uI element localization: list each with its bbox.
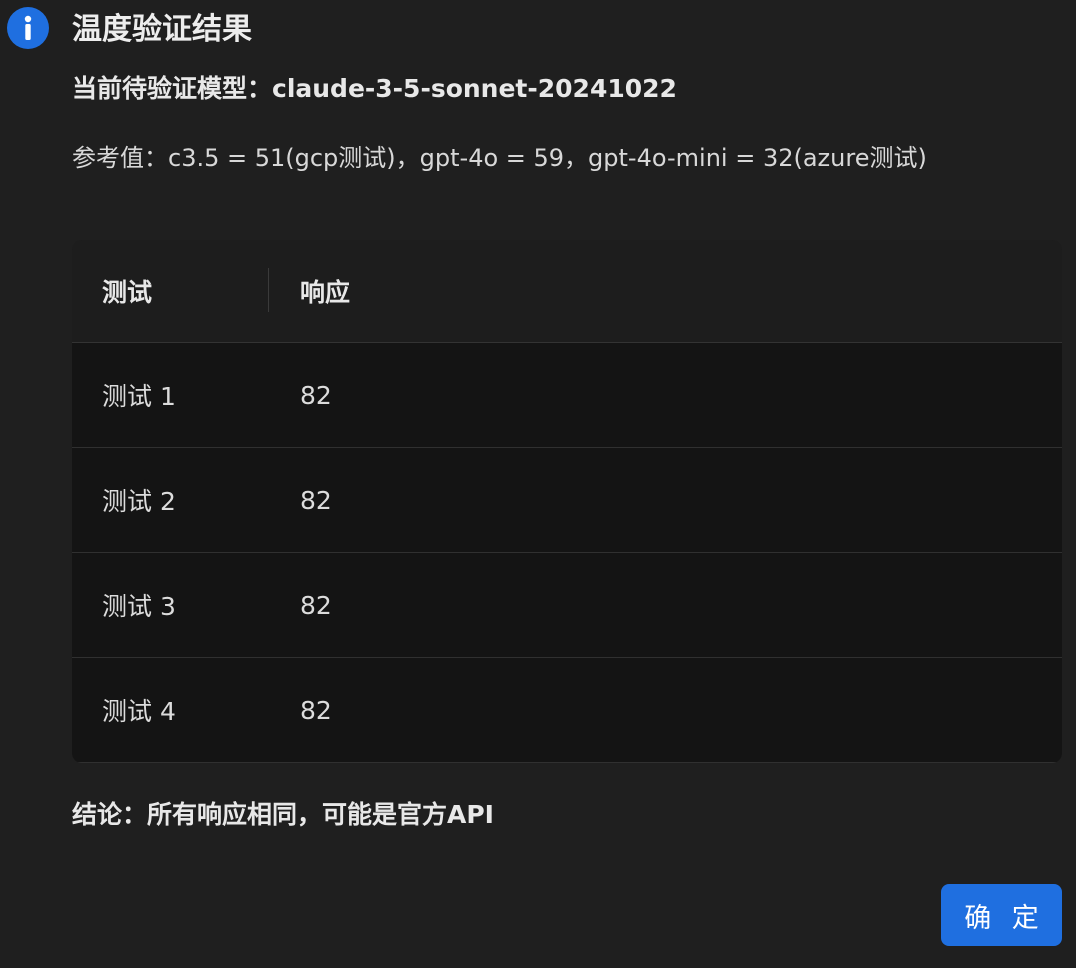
cell-test: 测试 1 (102, 382, 176, 411)
current-model-text: 当前待验证模型：claude-3-5-sonnet-20241022 (72, 74, 677, 103)
cell-test: 测试 3 (102, 592, 176, 621)
table-row: 测试 4 82 (72, 658, 1062, 763)
conclusion-text: 结论：所有响应相同，可能是官方API (72, 800, 494, 829)
table-row: 测试 2 82 (72, 448, 1062, 553)
cell-test: 测试 4 (102, 697, 176, 726)
reference-values-text: 参考值：c3.5 = 51(gcp测试)，gpt-4o = 59，gpt-4o-… (72, 144, 927, 172)
table-row: 测试 1 82 (72, 343, 1062, 448)
cell-response: 82 (300, 590, 332, 620)
cell-response: 82 (300, 380, 332, 410)
table-row: 测试 3 82 (72, 553, 1062, 658)
table-header: 测试 响应 (72, 240, 1062, 343)
info-icon (7, 7, 49, 49)
dialog-title: 温度验证结果 (72, 12, 252, 47)
ok-button[interactable]: 确 定 (941, 884, 1062, 946)
column-header-response: 响应 (300, 278, 351, 307)
cell-response: 82 (300, 695, 332, 725)
cell-test: 测试 2 (102, 487, 176, 516)
cell-response: 82 (300, 485, 332, 515)
results-table: 测试 响应 测试 1 82 测试 2 82 测试 3 82 测试 4 82 (72, 240, 1062, 763)
result-dialog: 温度验证结果 当前待验证模型：claude-3-5-sonnet-2024102… (0, 0, 1076, 968)
column-header-test: 测试 (72, 240, 269, 342)
